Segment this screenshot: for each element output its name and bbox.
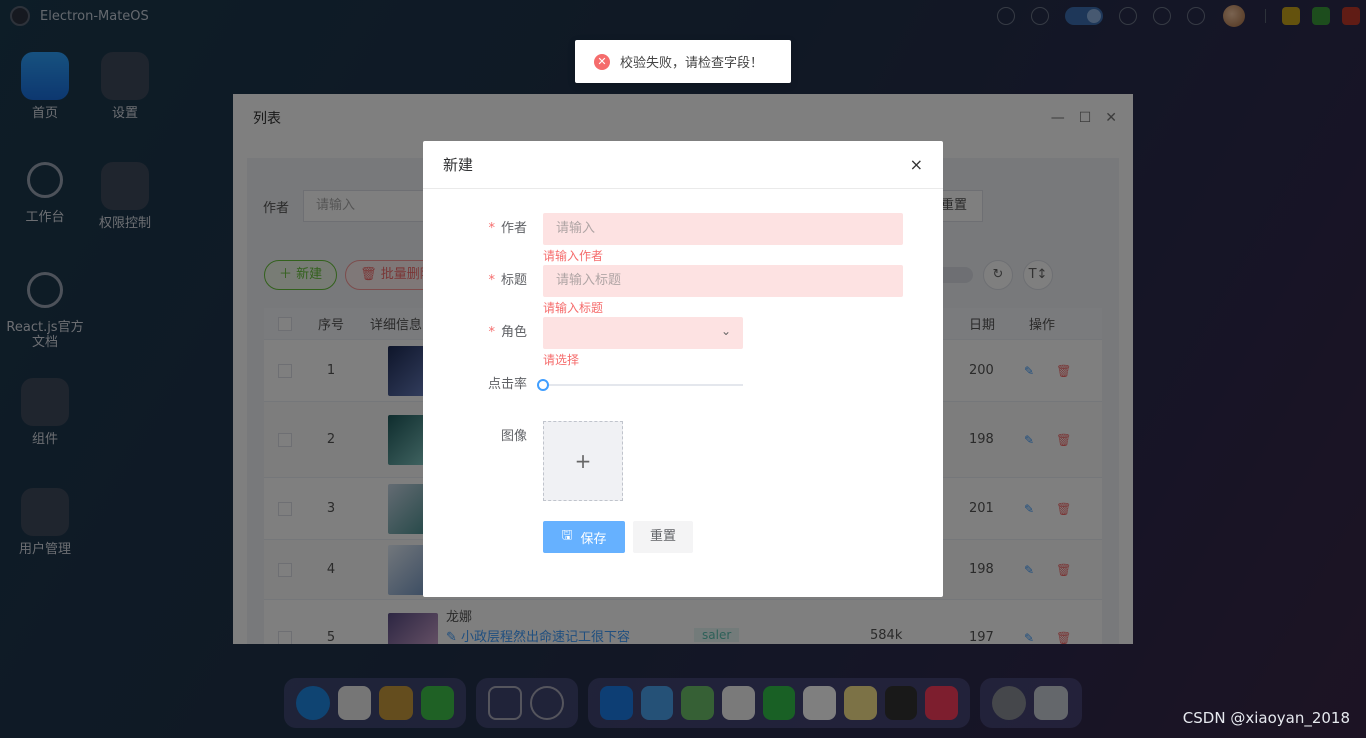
error-message-toast: ✕ 校验失败，请检查字段！ [575,40,791,83]
role-select[interactable]: ⌄ [543,317,743,349]
image-label: 图像 [500,429,527,444]
new-dialog: 新建 × * 作者 请输入 请输入作者 * 标题 请输入标题 请输入标题 * 角色 ⌄… [423,141,943,597]
form-item-click-rate: 点击率 [423,369,743,401]
save-icon: 🖫 [561,528,573,543]
role-label-text: 角色 [500,325,527,340]
title-label-text: 标题 [500,273,527,288]
title-input[interactable]: 请输入标题 [543,265,903,297]
form-item-role: * 角色 ⌄ [423,317,743,349]
title-label: * 标题 [488,273,527,288]
role-label: * 角色 [488,325,527,340]
dialog-header: 新建 × [423,141,943,189]
title-error: 请输入标题 [543,301,604,315]
author-label-text: 作者 [500,221,527,236]
form-item-author: * 作者 请输入 [423,213,903,245]
author-input[interactable]: 请输入 [543,213,903,245]
watermark: CSDN @xiaoyan_2018 [1182,709,1350,727]
reset-button[interactable]: 重置 [633,521,693,553]
form-item-image: 图像 + [423,421,623,501]
form-item-title: * 标题 请输入标题 [423,265,903,297]
author-error: 请输入作者 [543,249,604,263]
save-button-label: 保存 [580,531,607,547]
dialog-title: 新建 [443,156,474,174]
error-message-text: 校验失败，请检查字段！ [620,56,764,71]
slider-track [543,384,743,386]
form-actions: 🖫 保存 重置 [543,521,693,553]
role-error: 请选择 [543,353,580,367]
image-upload[interactable]: + [543,421,623,501]
author-label: * 作者 [488,221,527,236]
slider-handle[interactable] [537,379,549,391]
save-button[interactable]: 🖫 保存 [543,521,625,553]
error-circle-icon: ✕ [594,53,610,70]
dialog-close-button[interactable]: × [910,155,923,174]
click-rate-label: 点击率 [487,377,527,392]
chevron-down-icon: ⌄ [720,324,731,338]
click-rate-slider[interactable] [537,369,743,401]
